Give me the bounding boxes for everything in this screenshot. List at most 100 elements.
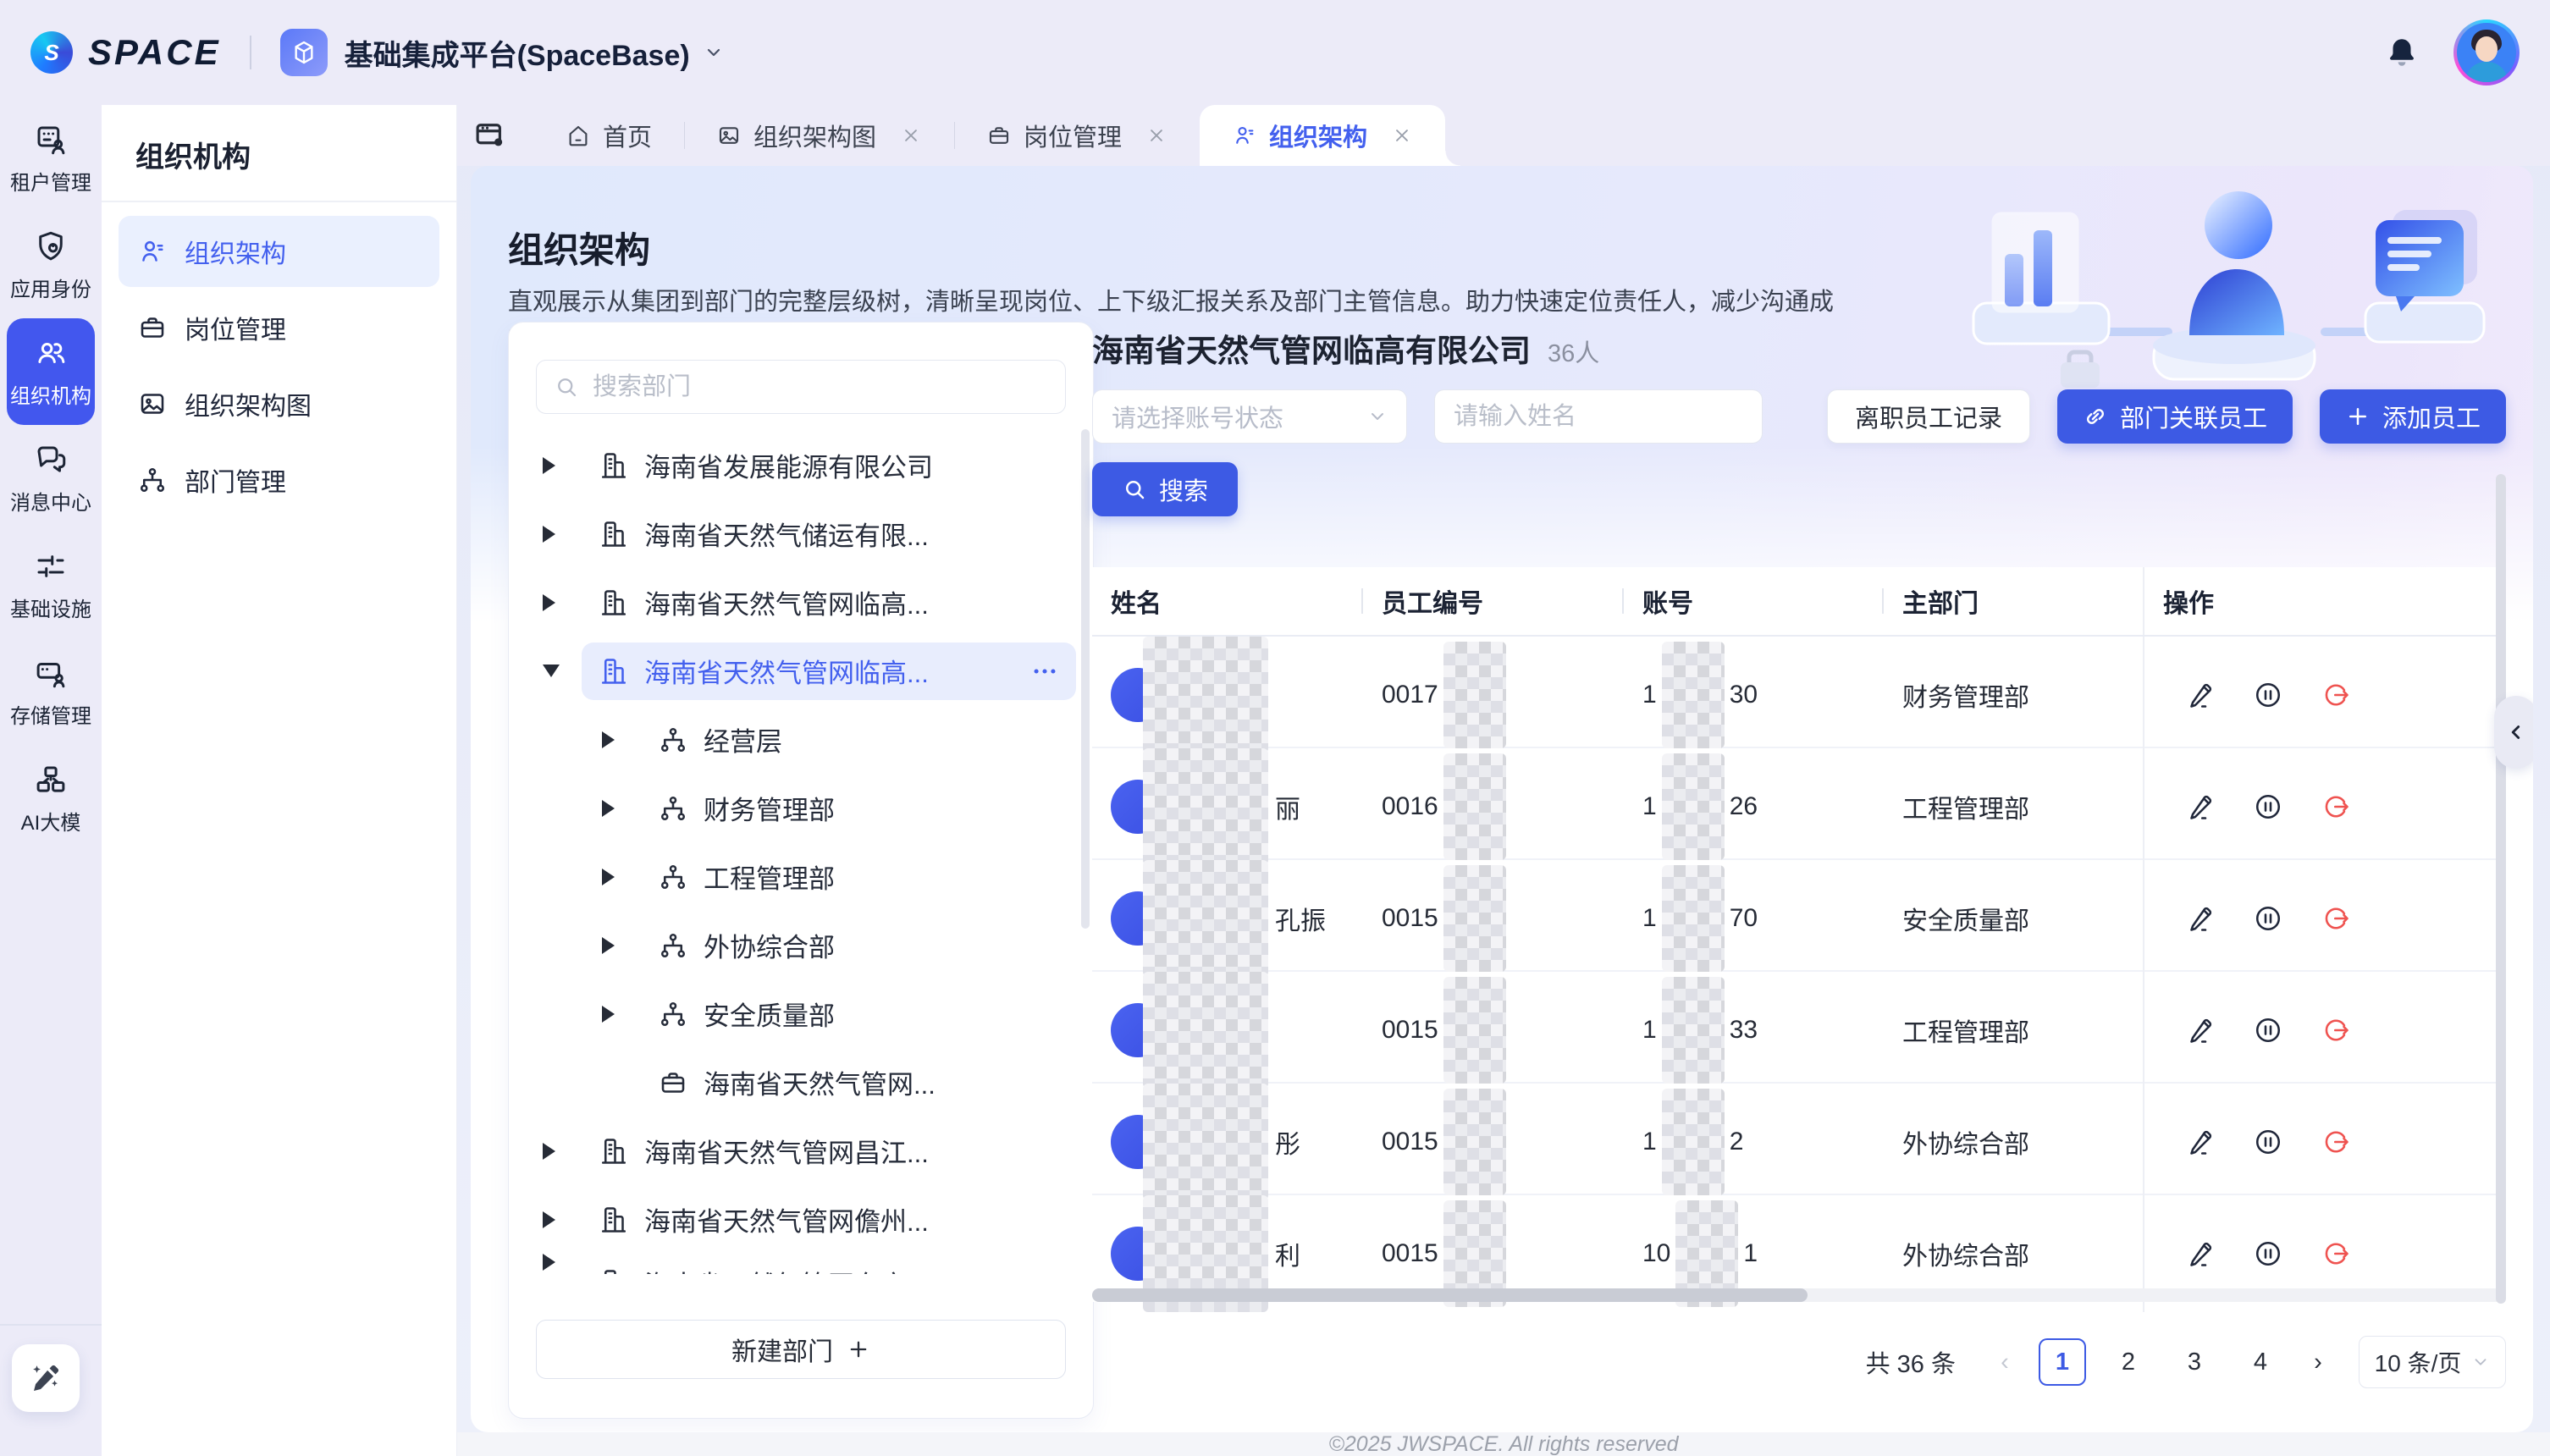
logout-icon[interactable] — [2321, 1015, 2351, 1045]
pause-icon[interactable] — [2253, 791, 2283, 822]
next-page-button[interactable]: › — [2303, 1338, 2333, 1386]
edit-icon[interactable] — [2185, 1015, 2216, 1045]
ai-edit-button[interactable] — [12, 1344, 80, 1412]
new-department-button[interactable]: 新建部门 — [536, 1320, 1066, 1379]
tab-label: 组织架构 — [1269, 118, 1367, 153]
content-vertical-scrollbar[interactable] — [2496, 474, 2506, 1304]
edit-icon[interactable] — [2185, 1127, 2216, 1157]
pause-icon[interactable] — [2253, 1015, 2283, 1045]
logout-icon[interactable] — [2321, 1238, 2351, 1269]
bell-icon[interactable] — [2384, 35, 2420, 70]
tab-org-chart[interactable]: 组织架构图 — [684, 105, 954, 166]
search-button[interactable]: 搜索 — [1092, 462, 1238, 516]
tree-node[interactable]: 外协综合部 — [519, 911, 1076, 979]
sidebar-item-dept-management[interactable]: 部门管理 — [119, 444, 439, 516]
pause-icon[interactable] — [2253, 1127, 2283, 1157]
caret-right-icon[interactable] — [543, 526, 555, 543]
caret-right-icon[interactable] — [602, 937, 615, 954]
tree-node[interactable]: 海南省天然气管网昌江... — [519, 1117, 1076, 1185]
tree-node[interactable]: 海南省天然气管网... — [519, 1048, 1076, 1117]
chevron-down-icon[interactable] — [704, 42, 724, 63]
edit-icon[interactable] — [2185, 680, 2216, 710]
tree-node-label: 海南省天然气管网... — [704, 1063, 936, 1101]
more-icon[interactable] — [1030, 657, 1059, 686]
redacted-account — [1662, 1089, 1725, 1195]
employee-row: 丽0016126工程管理部 — [1092, 748, 2506, 860]
caret-right-icon[interactable] — [602, 731, 615, 748]
nav-rail-item-org[interactable]: 组织机构 — [7, 318, 95, 425]
sidebar-item-post-management[interactable]: 岗位管理 — [119, 292, 439, 363]
caret-right-icon[interactable] — [543, 1254, 555, 1271]
sidebar-item-label: 组织架构图 — [185, 385, 312, 422]
page-number-2[interactable]: 2 — [2105, 1338, 2152, 1386]
tab-home[interactable]: 首页 — [533, 105, 684, 166]
nav-rail-item-storage[interactable]: 存储管理 — [7, 638, 95, 745]
close-icon[interactable] — [900, 124, 922, 146]
tree-node[interactable]: 经营层 — [519, 705, 1076, 774]
close-icon[interactable] — [1391, 124, 1413, 146]
tab-post[interactable]: 岗位管理 — [954, 105, 1200, 166]
account-status-select[interactable]: 请选择账号状态 — [1092, 389, 1407, 444]
edit-icon[interactable] — [2185, 791, 2216, 822]
page-size-select[interactable]: 10 条/页 — [2359, 1336, 2506, 1388]
prev-page-button[interactable]: ‹ — [1990, 1338, 2020, 1386]
logout-icon[interactable] — [2321, 680, 2351, 710]
logout-icon[interactable] — [2321, 903, 2351, 934]
app-title[interactable]: 基础集成平台(SpaceBase) — [345, 32, 690, 74]
caret-right-icon[interactable] — [543, 594, 555, 611]
pause-icon[interactable] — [2253, 680, 2283, 710]
nav-rail-item-tenant[interactable]: 租户管理 — [7, 105, 95, 212]
page-number-1[interactable]: 1 — [2039, 1338, 2086, 1386]
account: 1 — [1642, 792, 1657, 821]
copyright-text: ©2025 JWSPACE. All rights reserved — [1328, 1432, 1678, 1456]
caret-down-icon[interactable] — [543, 665, 560, 677]
tree-node[interactable]: 海南省天然气管网临高... — [519, 568, 1076, 637]
message-icon — [33, 442, 69, 477]
name-filter-input[interactable] — [1434, 389, 1763, 444]
logout-icon[interactable] — [2321, 1127, 2351, 1157]
tree-node[interactable]: 工程管理部 — [519, 842, 1076, 911]
caret-right-icon[interactable] — [602, 869, 615, 885]
user-avatar[interactable] — [2453, 19, 2520, 85]
tree-node-label: 海南省天然气管网儋州... — [644, 1200, 929, 1238]
magic-pencil-icon — [28, 1360, 63, 1396]
pause-icon[interactable] — [2253, 1238, 2283, 1269]
nav-rail-item-infra[interactable]: 基础设施 — [7, 532, 95, 638]
tree-node[interactable]: 海南省天然气管网东方 — [519, 1254, 1076, 1274]
page-number-3[interactable]: 3 — [2171, 1338, 2218, 1386]
shield-icon — [33, 229, 69, 264]
tab-org-structure[interactable]: 组织架构 — [1200, 105, 1445, 166]
nav-rail-item-identity[interactable]: 应用身份 — [7, 212, 95, 318]
tree-node[interactable]: 海南省天然气管网临高... — [519, 637, 1076, 705]
edit-icon[interactable] — [2185, 903, 2216, 934]
caret-right-icon[interactable] — [602, 800, 615, 817]
tree-scrollbar[interactable] — [1081, 429, 1090, 929]
table-horizontal-scrollbar[interactable] — [1092, 1288, 2506, 1302]
tree-node[interactable]: 安全质量部 — [519, 979, 1076, 1048]
nav-rail-item-message[interactable]: 消息中心 — [7, 425, 95, 532]
close-icon[interactable] — [1145, 124, 1167, 146]
collapse-panel-button[interactable] — [2494, 696, 2533, 769]
logout-icon[interactable] — [2321, 791, 2351, 822]
edit-icon[interactable] — [2185, 1238, 2216, 1269]
sidebar-item-org-chart[interactable]: 组织架构图 — [119, 368, 439, 439]
page-number-4[interactable]: 4 — [2237, 1338, 2284, 1386]
caret-right-icon[interactable] — [543, 457, 555, 474]
caret-right-icon[interactable] — [543, 1211, 555, 1228]
sidebar-item-org-structure[interactable]: 组织架构 — [119, 216, 439, 287]
tree-node[interactable]: 海南省天然气储运有限... — [519, 499, 1076, 568]
nav-rail-item-ai[interactable]: AI大模 — [7, 745, 95, 852]
link-department-employee-button[interactable]: 部门关联员工 — [2057, 389, 2293, 444]
tree-node[interactable]: 海南省天然气管网儋州... — [519, 1185, 1076, 1254]
offboard-records-button[interactable]: 离职员工记录 — [1827, 389, 2030, 444]
search-icon — [1122, 477, 1147, 502]
scrollbar-thumb[interactable] — [1092, 1288, 1808, 1302]
tree-search-input[interactable] — [591, 372, 1048, 402]
caret-right-icon[interactable] — [602, 1006, 615, 1023]
tree-node[interactable]: 财务管理部 — [519, 774, 1076, 842]
window-panel-icon[interactable] — [472, 118, 508, 153]
add-employee-button[interactable]: 添加员工 — [2320, 389, 2506, 444]
pause-icon[interactable] — [2253, 903, 2283, 934]
tree-node[interactable]: 海南省发展能源有限公司 — [519, 431, 1076, 499]
caret-right-icon[interactable] — [543, 1143, 555, 1160]
